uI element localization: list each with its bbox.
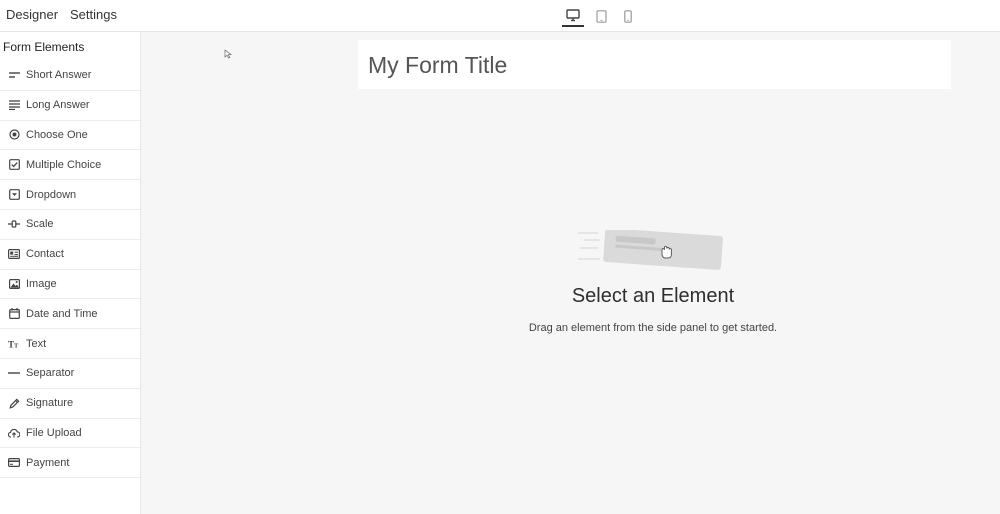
upload-icon: [8, 427, 20, 439]
element-long-answer[interactable]: Long Answer: [0, 91, 140, 121]
calendar-icon: [8, 308, 20, 320]
element-label: Contact: [26, 248, 64, 261]
panel-title: Form Elements: [3, 40, 85, 54]
element-label: File Upload: [26, 426, 82, 439]
element-choose-one[interactable]: Choose One: [0, 121, 140, 151]
radio-icon: [8, 129, 20, 141]
desktop-icon: [566, 8, 580, 21]
text-icon: TT: [8, 338, 20, 350]
mobile-view-button[interactable]: [617, 5, 639, 27]
element-scale[interactable]: Scale: [0, 210, 140, 240]
desktop-view-button[interactable]: [562, 5, 584, 27]
tab-designer[interactable]: Designer: [6, 7, 58, 22]
mouse-pointer-icon: [224, 49, 232, 59]
element-label: Choose One: [26, 128, 88, 141]
element-label: Text: [26, 337, 47, 350]
pen-icon: [8, 397, 20, 409]
top-bar: Designer Settings: [0, 0, 1000, 32]
element-label: Date and Time: [26, 307, 98, 320]
separator-icon: [8, 367, 20, 379]
element-file-upload[interactable]: File Upload: [0, 419, 140, 449]
tablet-view-button[interactable]: [590, 5, 612, 27]
element-label: Short Answer: [26, 69, 92, 82]
element-dropdown[interactable]: Dropdown: [0, 180, 140, 210]
checkbox-icon: [8, 159, 20, 171]
element-separator[interactable]: Separator: [0, 359, 140, 389]
mobile-icon: [624, 9, 632, 23]
form-elements-panel: Form Elements Short Answer Long Answer C…: [0, 32, 141, 514]
tablet-icon: [595, 9, 607, 23]
element-image[interactable]: Image: [0, 270, 140, 300]
drag-element-illustration-icon: [578, 230, 723, 270]
scale-icon: [8, 218, 20, 230]
long-answer-icon: [8, 99, 20, 111]
form-canvas[interactable]: My Form Title Select an Element Drag an …: [141, 32, 1000, 514]
element-text[interactable]: TT Text: [0, 329, 140, 359]
empty-state-hint: Drag an element from the side panel to g…: [528, 322, 778, 334]
svg-text:T: T: [14, 342, 19, 348]
tab-settings[interactable]: Settings: [70, 7, 117, 22]
element-short-answer[interactable]: Short Answer: [0, 61, 140, 91]
form-title[interactable]: My Form Title: [368, 52, 507, 79]
dropdown-icon: [8, 189, 20, 201]
credit-card-icon: [8, 457, 20, 469]
image-icon: [8, 278, 20, 290]
contact-card-icon: [8, 248, 20, 260]
element-label: Signature: [26, 397, 74, 410]
empty-state-heading: Select an Element: [571, 285, 735, 307]
form-title-container[interactable]: My Form Title: [358, 40, 951, 89]
element-label: Scale: [26, 218, 54, 231]
element-multiple-choice[interactable]: Multiple Choice: [0, 150, 140, 181]
element-label: Image: [26, 277, 57, 290]
element-contact[interactable]: Contact: [0, 240, 140, 270]
elements-list: Short Answer Long Answer Choose One Mult…: [0, 61, 140, 479]
element-payment[interactable]: Payment: [0, 448, 140, 479]
element-label: Long Answer: [26, 99, 90, 112]
short-answer-icon: [8, 69, 20, 81]
element-date-time[interactable]: Date and Time: [0, 299, 140, 330]
element-label: Dropdown: [26, 188, 77, 201]
element-label: Payment: [26, 456, 70, 469]
element-label: Separator: [26, 367, 75, 380]
element-signature[interactable]: Signature: [0, 389, 140, 419]
element-label: Multiple Choice: [26, 158, 102, 171]
